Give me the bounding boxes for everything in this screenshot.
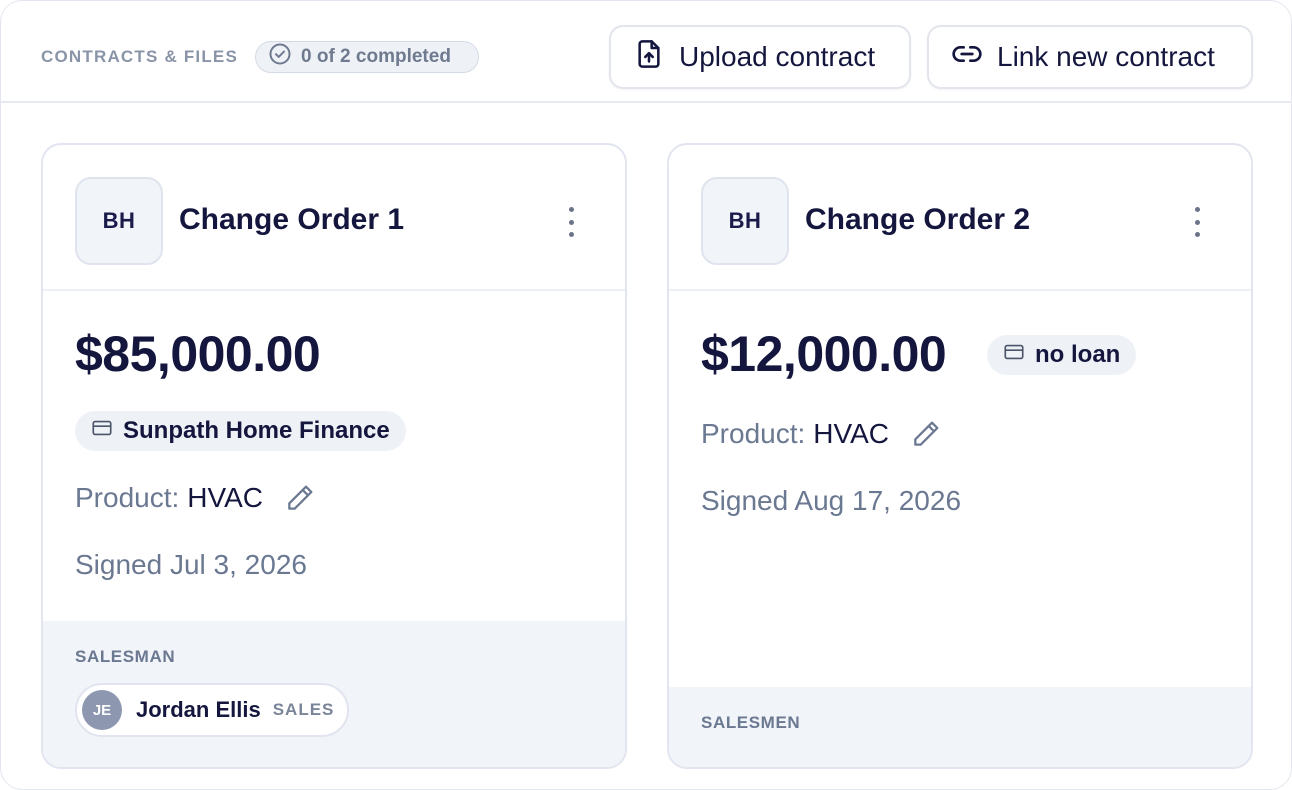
upload-contract-label: Upload contract (679, 41, 876, 72)
credit-card-icon (1003, 341, 1025, 370)
completion-text: 0 of 2 completed (301, 46, 451, 67)
pencil-icon[interactable] (283, 481, 317, 515)
loan-chip: no loan (987, 335, 1137, 375)
product-label: Product: (701, 418, 806, 449)
file-upload-icon (633, 38, 665, 77)
contract-initials: BH (701, 177, 789, 265)
product-value: HVAC (813, 418, 889, 449)
contracts-header: CONTRACTS & FILES 0 of 2 completed Uploa… (1, 1, 1292, 103)
kebab-menu-icon[interactable] (1185, 207, 1209, 237)
salesperson-role: SALES (272, 700, 335, 719)
signed-date: Signed Aug 17, 2026 (701, 485, 962, 516)
contract-title: Change Order 1 (179, 203, 405, 236)
salesman-heading: SALESMAN (75, 647, 176, 666)
loan-chip: Sunpath Home Finance (75, 411, 406, 451)
loan-chip-label: no loan (1035, 341, 1121, 368)
product-row: Product: HVAC (701, 417, 943, 451)
pencil-icon[interactable] (909, 417, 943, 451)
product-label: Product: (75, 482, 180, 513)
upload-contract-button[interactable]: Upload contract (609, 25, 911, 89)
contracts-panel: CONTRACTS & FILES 0 of 2 completed Uploa… (0, 0, 1292, 790)
product-value: HVAC (187, 482, 263, 513)
contract-card-header: BH Change Order 2 (669, 145, 1251, 291)
kebab-menu-icon[interactable] (559, 207, 583, 237)
product-row: Product: HVAC (75, 481, 317, 515)
contract-card-header: BH Change Order 1 (43, 145, 625, 291)
credit-card-icon (91, 417, 113, 446)
contract-title: Change Order 2 (805, 203, 1031, 236)
loan-chip-label: Sunpath Home Finance (123, 417, 390, 444)
contract-card: BH Change Order 1 $85,000.00 Sunpath Hom… (41, 143, 627, 769)
contract-card: BH Change Order 2 $12,000.00 no loan Pro… (667, 143, 1253, 769)
link-contract-label: Link new contract (997, 41, 1215, 72)
completion-badge: 0 of 2 completed (255, 41, 479, 73)
contract-amount: $85,000.00 (75, 326, 321, 382)
signed-date: Signed Jul 3, 2026 (75, 549, 307, 580)
salesman-section: SALESMAN JE Jordan Ellis SALES (43, 621, 625, 767)
contract-initials: BH (75, 177, 163, 265)
link-icon (951, 38, 983, 77)
salesperson-chip[interactable]: JE Jordan Ellis SALES (75, 683, 349, 737)
salesperson-name: Jordan Ellis (136, 697, 261, 722)
section-title: CONTRACTS & FILES (41, 47, 239, 66)
avatar: JE (82, 690, 122, 730)
salesmen-heading: SALESMEN (701, 713, 801, 732)
salesmen-section: SALESMEN (669, 687, 1251, 767)
contract-amount: $12,000.00 (701, 326, 947, 382)
link-contract-button[interactable]: Link new contract (927, 25, 1253, 89)
check-circle-icon (268, 42, 292, 72)
